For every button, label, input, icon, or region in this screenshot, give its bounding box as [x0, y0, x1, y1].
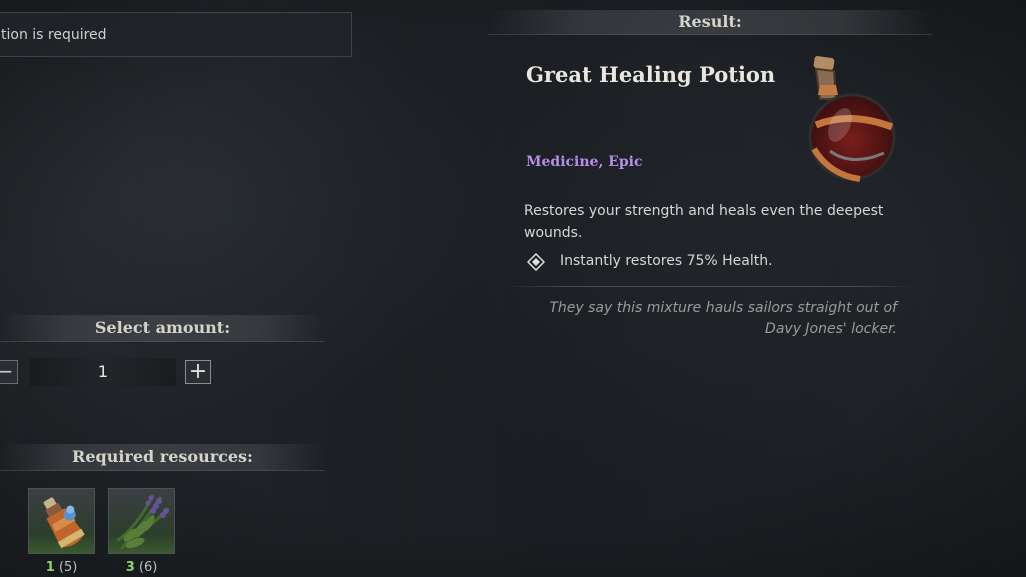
- resource-have: 3: [125, 560, 135, 575]
- item-flavor-text: They say this mixture hauls sailors stra…: [549, 300, 897, 337]
- resource-count-2: 3 (6): [108, 560, 175, 575]
- lavender-herb-icon: [116, 494, 170, 551]
- item-effect: Instantly restores 75% Health.: [560, 253, 773, 269]
- item-category: Medicine, Epic: [526, 154, 643, 170]
- item-description: Restores your strength and heals even th…: [524, 203, 884, 241]
- required-resources-header: Required resources:: [0, 444, 325, 471]
- item-name: Great Healing Potion: [526, 62, 776, 87]
- resource-count-1: 1 (5): [28, 560, 95, 575]
- amount-field[interactable]: 1: [30, 358, 176, 386]
- healing-potion-icon: [808, 56, 896, 182]
- requirement-text: tion is required: [1, 27, 107, 43]
- resource-need: (6): [138, 560, 158, 575]
- divider: [505, 286, 915, 287]
- increase-amount-button[interactable]: +: [185, 360, 211, 384]
- select-amount-header: Select amount:: [0, 315, 325, 342]
- result-header: Result:: [488, 10, 932, 35]
- resource-have: 1: [45, 560, 55, 575]
- resource-slot-2[interactable]: [108, 488, 175, 554]
- decrease-amount-button[interactable]: −: [0, 360, 18, 384]
- bottle-ingredient-icon: [43, 497, 85, 549]
- diamond-bullet-icon: [527, 253, 545, 271]
- resource-need: (5): [58, 560, 78, 575]
- requirement-box: tion is required: [0, 12, 352, 57]
- resource-slot-1[interactable]: [28, 488, 95, 554]
